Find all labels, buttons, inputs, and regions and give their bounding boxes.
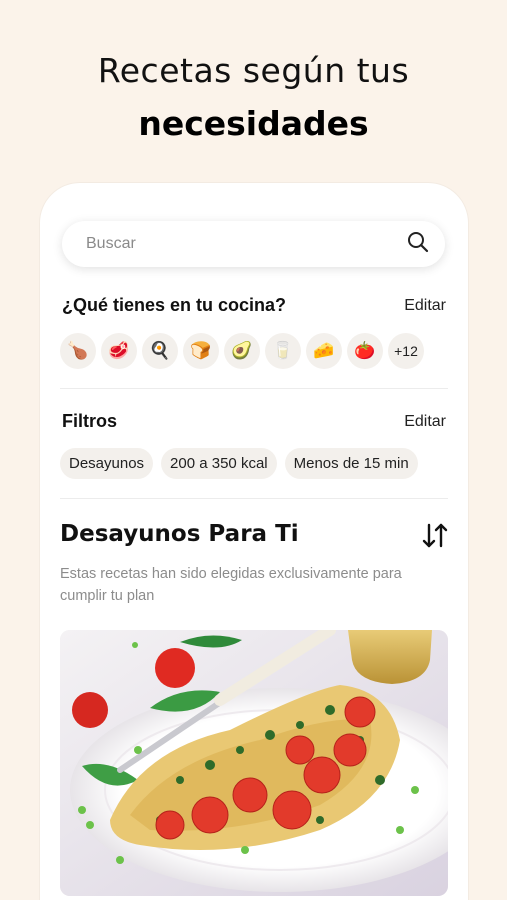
page-headline: Recetas según tus necesidades — [0, 50, 507, 150]
kitchen-title: ¿Qué tienes en tu cocina? — [62, 295, 287, 315]
recommendations-description: Estas recetas han sido elegidas exclusiv… — [60, 566, 402, 604]
chicken-leg-icon: 🍗 — [67, 341, 89, 360]
kitchen-edit-button[interactable]: Editar — [404, 297, 446, 315]
ingredient-chip[interactable]: 🍅 — [347, 333, 383, 369]
headline-line-1: Recetas según tus — [97, 51, 410, 90]
recipe-photo-omelette[interactable] — [60, 630, 448, 896]
avocado-icon: 🥑 — [231, 341, 253, 360]
filters-section-header: Filtros Editar — [62, 411, 446, 432]
headline-line-2: necesidades — [138, 104, 369, 143]
meat-icon: 🥩 — [108, 341, 130, 360]
filter-chip[interactable]: 200 a 350 kcal — [161, 448, 277, 479]
ingredient-chip[interactable]: 🍞 — [183, 333, 219, 369]
ingredient-chip[interactable]: 🥩 — [101, 333, 137, 369]
cheese-icon: 🧀 — [313, 341, 335, 360]
phone-frame: ¿Qué tienes en tu cocina? Editar 🍗 🥩 🍳 🍞 🥑 🥛 🧀… — [40, 183, 468, 900]
tomato-icon: 🍅 — [354, 341, 376, 360]
ingredient-chip[interactable]: 🥛 — [265, 333, 301, 369]
filters-edit-button[interactable]: Editar — [404, 413, 446, 431]
more-ingredients-button[interactable]: +12 — [388, 333, 424, 369]
ingredient-chip[interactable]: 🍗 — [60, 333, 96, 369]
filter-chip[interactable]: Desayunos — [60, 448, 154, 479]
kitchen-section-header: ¿Qué tienes en tu cocina? Editar — [62, 295, 446, 316]
ingredient-list: 🍗 🥩 🍳 🍞 🥑 🥛 🧀 🍅 +12 — [60, 333, 424, 369]
ingredient-chip[interactable]: 🍳 — [142, 333, 178, 369]
filter-chip[interactable]: Menos de 15 min — [284, 448, 418, 479]
egg-icon: 🍳 — [149, 341, 171, 360]
ingredient-chip[interactable]: 🧀 — [306, 333, 342, 369]
search-icon[interactable] — [407, 231, 429, 258]
filter-chip-list: Desayunos 200 a 350 kcal Menos de 15 min — [60, 448, 418, 479]
recommendations-title: Desayunos Para Ti — [60, 521, 299, 547]
sort-icon[interactable] — [420, 521, 450, 551]
ingredient-chip[interactable]: 🥑 — [224, 333, 260, 369]
milk-glass-icon: 🥛 — [272, 341, 294, 360]
divider — [60, 498, 448, 499]
divider — [60, 388, 448, 389]
search-input[interactable] — [86, 235, 386, 253]
bread-icon: 🍞 — [190, 341, 212, 360]
search-bar[interactable] — [62, 221, 445, 267]
filters-title: Filtros — [62, 411, 118, 431]
